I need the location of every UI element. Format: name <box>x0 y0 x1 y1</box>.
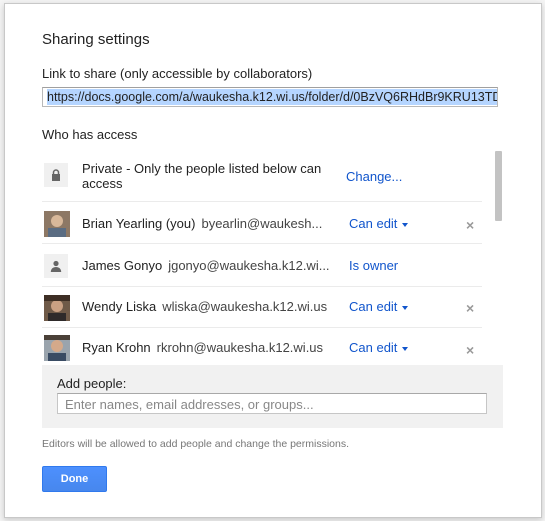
remove-person-icon[interactable]: × <box>466 217 474 233</box>
access-list-scrollbar[interactable] <box>495 151 502 221</box>
avatar <box>44 295 70 321</box>
link-to-share-field[interactable]: https://docs.google.com/a/waukesha.k12.w… <box>42 87 498 107</box>
permission-dropdown[interactable]: Can edit <box>349 299 409 314</box>
remove-person-icon[interactable]: × <box>466 300 474 316</box>
who-has-access-label: Who has access <box>42 127 138 142</box>
change-privacy-link[interactable]: Change... <box>346 169 402 184</box>
dialog-title: Sharing settings <box>42 31 150 48</box>
person-name: Brian Yearling (you) byearlin@waukesh... <box>82 216 323 231</box>
person-name: Ryan Krohn rkrohn@waukesha.k12.wi.us <box>82 340 324 355</box>
person-email: jgonyo@waukesha.k12.wi... <box>168 258 330 273</box>
access-list: Private - Only the people listed below c… <box>42 147 503 365</box>
person-icon <box>44 254 68 278</box>
privacy-text: Private - Only the people listed below c… <box>82 161 322 191</box>
person-row: Ryan Krohn rkrohn@waukesha.k12.wi.us Can … <box>42 328 482 365</box>
permission-label: Is owner <box>349 258 399 273</box>
person-email: byearlin@waukesh... <box>201 216 323 231</box>
person-email: wliska@waukesha.k12.wi.us <box>162 299 328 314</box>
done-button[interactable]: Done <box>42 466 107 492</box>
link-value[interactable]: https://docs.google.com/a/waukesha.k12.w… <box>47 89 497 105</box>
editors-note: Editors will be allowed to add people an… <box>42 438 350 450</box>
person-name: Wendy Liska wliska@waukesha.k12.wi.us <box>82 299 328 314</box>
privacy-row: Private - Only the people listed below c… <box>42 147 482 202</box>
person-row: Wendy Liska wliska@waukesha.k12.wi.us Can… <box>42 287 482 328</box>
person-email: rkrohn@waukesha.k12.wi.us <box>156 340 324 355</box>
add-people-label: Add people: <box>57 376 127 391</box>
person-row: James Gonyo jgonyo@waukesha.k12.wi... Is … <box>42 246 482 287</box>
link-label: Link to share (only accessible by collab… <box>42 66 313 81</box>
caret-down-icon <box>402 305 409 310</box>
permission-dropdown[interactable]: Can edit <box>349 216 409 231</box>
sharing-dialog: Sharing settings Link to share (only acc… <box>4 3 542 518</box>
add-people-input[interactable]: Enter names, email addresses, or groups.… <box>57 393 487 414</box>
permission-dropdown[interactable]: Can edit <box>349 340 409 355</box>
avatar <box>44 335 70 361</box>
caret-down-icon <box>402 222 409 227</box>
person-name: James Gonyo jgonyo@waukesha.k12.wi... <box>82 258 330 273</box>
avatar <box>44 211 70 237</box>
person-row: Brian Yearling (you) byearlin@waukesh... … <box>42 203 482 244</box>
caret-down-icon <box>402 346 409 351</box>
remove-person-icon[interactable]: × <box>466 342 474 358</box>
add-people-panel: Add people: Enter names, email addresses… <box>42 365 503 428</box>
lock-icon <box>44 163 68 187</box>
